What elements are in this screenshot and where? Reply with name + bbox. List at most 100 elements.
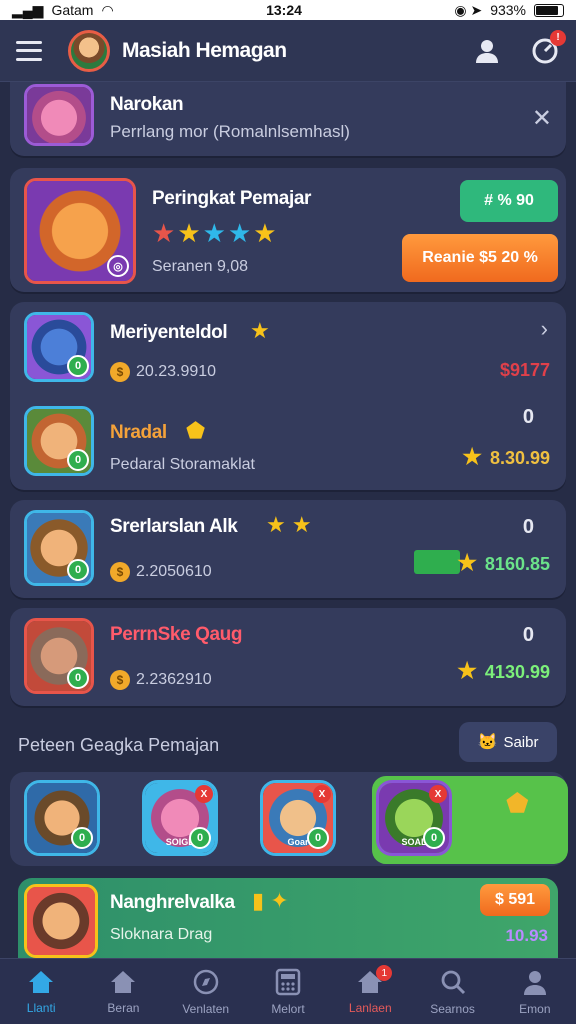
player-avatar[interactable]: 0 <box>24 618 94 694</box>
row-avatar-item[interactable]: X SOAL 0 <box>376 780 452 856</box>
player-score: $2.2050610 <box>110 562 212 582</box>
player-value: ★ 8160.85 <box>457 550 550 575</box>
notice-title: Narokan <box>110 94 184 115</box>
player-subtitle: Pedaral Storamaklat <box>110 456 255 473</box>
avatar[interactable] <box>68 29 110 72</box>
tab-label: Beran <box>107 1000 140 1015</box>
menu-icon[interactable] <box>16 40 42 61</box>
notification-badge: ! <box>550 29 566 46</box>
notice-card[interactable]: Narokan Perrlang mor (Romalnlsemhasl) ✕ <box>10 82 566 156</box>
promo-subtitle: Sloknara Drag <box>110 926 213 943</box>
notification-icon[interactable]: ! <box>530 29 566 66</box>
gift-icon: ▮ ✦ <box>252 888 289 913</box>
orange-action-button[interactable]: Reanie $5 20 % <box>402 234 558 282</box>
tab-label: Lanlaen <box>348 1000 392 1015</box>
app-header: Masiah Hemagan ! <box>0 20 576 82</box>
player-avatar[interactable]: 0 <box>24 312 94 382</box>
tab-badge: 1 <box>376 965 393 981</box>
rating-stars: ★★★★★ <box>152 218 279 249</box>
home-icon <box>29 970 54 993</box>
featured-card[interactable]: ◎ Peringkat Pemajar ★★★★★ Seranen 9,08 #… <box>10 168 566 292</box>
promo-value: 10.93 <box>505 926 548 945</box>
star-icon: ★ ★ <box>266 512 312 537</box>
tab-venlaten[interactable]: Venlaten <box>165 959 247 1024</box>
online-badge: 0 <box>71 827 93 849</box>
star-icon: ★ <box>227 218 254 248</box>
featured-avatar: ◎ <box>24 178 136 284</box>
promo-card[interactable]: Nanghrelvalka ▮ ✦ Sloknara Drag $ 591 10… <box>18 878 558 958</box>
star-icon: ★ <box>152 218 178 248</box>
star-icon: ★ <box>462 444 482 469</box>
sort-label: Saibr <box>503 733 539 751</box>
player-score: $2.2362910 <box>110 670 212 690</box>
promo-button[interactable]: $ 591 <box>480 884 550 916</box>
player-name: Meriyenteldol <box>110 322 228 343</box>
tab-label: Emon <box>519 1001 551 1016</box>
remove-icon[interactable]: X <box>195 785 213 803</box>
tab-label: Melort <box>271 1001 305 1016</box>
notice-avatar <box>24 84 94 146</box>
close-icon[interactable]: ✕ <box>532 104 552 133</box>
featured-title: Peringkat Pemajar <box>152 188 312 209</box>
profile-icon <box>523 970 546 995</box>
player-value: ★ 8.30.99 <box>462 444 550 469</box>
leaderboard-card: 0 Meriyenteldol ★ $20.23.9910 › $9177 0 … <box>10 302 566 490</box>
wifi-icon: ◠ <box>101 1 114 18</box>
player-rank-zero: 0 <box>522 624 534 646</box>
notice-subtitle: Perrlang mor (Romalnlsemhasl) <box>110 122 350 141</box>
progress-bar <box>414 550 460 574</box>
location-icon: ◉ ➤ <box>454 1 483 18</box>
online-badge: 0 <box>189 827 211 849</box>
tab-home[interactable]: Llanti <box>0 959 82 1024</box>
remove-icon[interactable]: X <box>313 785 331 803</box>
tab-beran[interactable]: Beran <box>82 959 164 1024</box>
online-badge: 0 <box>67 449 89 471</box>
tab-lanlaen[interactable]: 1 Lanlaen <box>329 959 411 1024</box>
status-bar: ▂▄▆ Gatam ◠ 13:24 ◉ ➤ 933% <box>0 0 576 20</box>
player-name: Nradal <box>110 422 167 443</box>
star-icon: ★ <box>250 318 270 343</box>
chevron-right-icon[interactable]: › <box>541 316 548 342</box>
player-score: $20.23.9910 <box>110 362 216 382</box>
player-value: $9177 <box>499 360 550 380</box>
compass-icon <box>193 969 218 994</box>
row-avatar-item[interactable]: 0 <box>24 780 100 856</box>
player-avatar[interactable]: 0 <box>24 406 94 476</box>
search-icon <box>441 970 465 994</box>
green-action-button[interactable]: # % 90 <box>460 180 558 222</box>
sort-button[interactable]: 🐱 Saibr <box>459 722 557 762</box>
tab-label: Venlaten <box>182 1001 230 1016</box>
cat-icon: 🐱 <box>477 734 498 751</box>
user-icon[interactable] <box>472 36 502 66</box>
online-badge: 0 <box>67 559 89 581</box>
coin-icon: $ <box>110 562 130 582</box>
player-rank-zero: 0 <box>522 406 534 428</box>
featured-subtitle: Seranen 9,08 <box>152 258 249 275</box>
remove-icon[interactable]: X <box>429 785 447 803</box>
promo-avatar <box>24 884 98 958</box>
online-badge: 0 <box>423 827 445 849</box>
time-label: 13:24 <box>266 2 302 18</box>
promo-title: Nanghrelvalka <box>110 892 235 913</box>
coin-icon: $ <box>110 362 130 382</box>
shield-icon: ⬟ <box>506 788 529 818</box>
tab-search[interactable]: Searnos <box>411 959 493 1024</box>
row-avatar-item[interactable]: X SOIGE 0 <box>142 780 218 856</box>
calculator-icon <box>275 968 301 995</box>
tab-label: Llanti <box>26 1000 56 1015</box>
level-badge: ◎ <box>107 255 129 277</box>
tab-melort[interactable]: Melort <box>247 959 329 1024</box>
shield-icon: ⬟ <box>186 418 206 443</box>
leaderboard-card: 0 PerrnSke Qaug $2.2362910 0 ★ 4130.99 <box>10 608 566 706</box>
coin-icon: $ <box>110 670 130 690</box>
online-badge: 0 <box>67 667 89 689</box>
online-badge: 0 <box>307 827 329 849</box>
row-avatar-item[interactable]: X Goar 0 <box>260 780 336 856</box>
tab-profile[interactable]: Emon <box>494 959 576 1024</box>
star-icon: ★ <box>457 658 477 683</box>
player-name: Srerlarslan Alk <box>110 516 238 537</box>
carrier-label: Gatam <box>51 2 94 18</box>
player-name: PerrnSke Qaug <box>110 624 243 645</box>
player-avatar[interactable]: 0 <box>24 510 94 586</box>
house-icon <box>111 970 136 993</box>
